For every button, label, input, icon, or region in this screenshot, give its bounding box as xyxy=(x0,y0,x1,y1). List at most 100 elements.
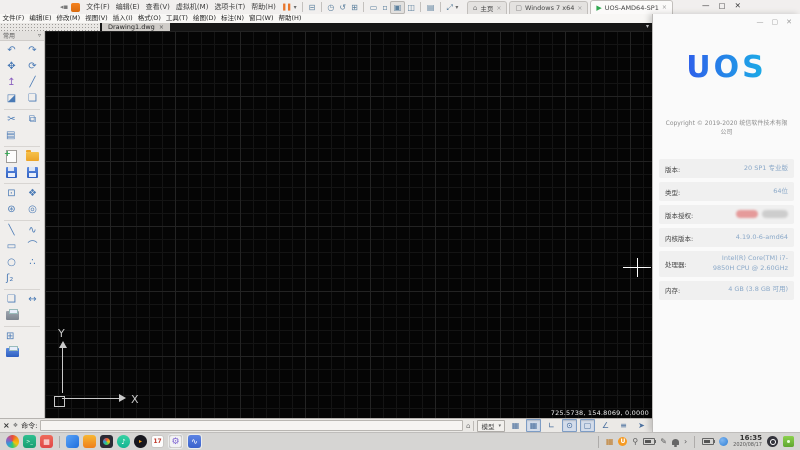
cad-menu-view[interactable]: 视图(V) xyxy=(83,14,111,23)
fullscreen-view-button[interactable]: ▣ xyxy=(390,1,405,14)
power-button-icon[interactable] xyxy=(767,436,778,447)
control-center-icon[interactable]: ⚙ xyxy=(169,435,182,448)
plot-preview-icon[interactable] xyxy=(1,308,43,324)
tray-plugin-icon[interactable] xyxy=(783,436,794,447)
clock[interactable]: 16:35 2020/08/17 xyxy=(733,435,762,448)
zoom-extents-icon[interactable]: ◎ xyxy=(22,202,43,218)
take-snapshot-button[interactable]: ◷ xyxy=(325,1,337,14)
photos-icon[interactable] xyxy=(100,435,113,448)
network-icon[interactable] xyxy=(719,437,728,446)
command-close-icon[interactable]: × xyxy=(3,421,10,430)
circle-icon[interactable]: ○ xyxy=(1,255,22,271)
stretch-guest-button[interactable]: ⤢ xyxy=(444,1,455,14)
line-icon[interactable]: ╲ xyxy=(1,223,22,239)
cad-menu-help[interactable]: 帮助(H) xyxy=(276,14,304,23)
open-file-icon[interactable] xyxy=(22,149,43,165)
cad-menu-file[interactable]: 文件(F) xyxy=(0,14,27,23)
selection-arrow-icon[interactable]: ➤ xyxy=(634,419,649,432)
volume-icon[interactable] xyxy=(643,438,655,445)
point-icon[interactable]: ∴ xyxy=(22,255,43,271)
annotation-lock-icon[interactable]: ⌂ xyxy=(466,422,470,430)
zoom-window-icon[interactable]: ⊡ xyxy=(1,186,22,202)
maximize-button[interactable]: ▢ xyxy=(772,18,779,26)
insert-block-icon[interactable]: ↥ xyxy=(1,75,22,91)
undo-icon[interactable]: ↶ xyxy=(1,43,22,59)
vm-menu-view[interactable]: 查看(V) xyxy=(143,2,173,12)
input-method-icon[interactable]: ▦ xyxy=(606,438,614,446)
dimension-icon[interactable]: ↔ xyxy=(22,292,43,308)
cut-icon[interactable]: ✂ xyxy=(1,112,22,128)
command-options-icon[interactable]: ❖ xyxy=(13,422,18,429)
new-file-icon[interactable] xyxy=(1,149,22,165)
show-library-button[interactable]: ▤ xyxy=(424,1,437,14)
paste-icon[interactable]: ▤ xyxy=(1,128,43,144)
polyline-icon[interactable]: ∿ xyxy=(22,223,43,239)
unity-view-button[interactable]: ◫ xyxy=(405,1,418,14)
tray-expand-chevron-icon[interactable]: › xyxy=(684,438,687,446)
app-store-icon[interactable] xyxy=(83,435,96,448)
snap-mode-toggle[interactable]: ▦ xyxy=(526,419,541,432)
revert-snapshot-button[interactable]: ↺ xyxy=(337,1,349,14)
stretch-caret-icon[interactable]: ▾ xyxy=(455,1,461,14)
launcher-icon[interactable] xyxy=(6,435,19,448)
cad-menu-format[interactable]: 格式(O) xyxy=(135,14,163,23)
collapse-toolbar-icon[interactable]: ◂▪ xyxy=(60,3,68,11)
vm-menu-file[interactable]: 文件(F) xyxy=(83,2,113,12)
usb-device-icon[interactable]: ⚲ xyxy=(632,438,638,446)
battery-icon[interactable] xyxy=(702,438,714,445)
tab-windows7[interactable]: ▢ Windows 7 x64 × xyxy=(509,1,588,14)
show-summary-view-button[interactable]: ▫ xyxy=(380,1,390,14)
cad-menu-insert[interactable]: 插入(I) xyxy=(110,14,135,23)
rotate-icon[interactable]: ⟳ xyxy=(22,59,43,75)
tab-home[interactable]: ⌂ 主页 × xyxy=(467,1,507,14)
vm-menu-edit[interactable]: 编辑(E) xyxy=(113,2,143,12)
save-icon[interactable] xyxy=(1,165,22,181)
redo-icon[interactable]: ↷ xyxy=(22,43,43,59)
cad-menu-edit[interactable]: 编辑(E) xyxy=(27,14,54,23)
erase-icon[interactable]: ◪ xyxy=(1,91,22,107)
tab-close-icon[interactable]: × xyxy=(496,5,501,12)
polar-tracking-toggle[interactable]: ⊙ xyxy=(562,419,577,432)
zoom-dynamic-icon[interactable]: ⊛ xyxy=(1,202,22,218)
pan-icon[interactable]: ❖ xyxy=(22,186,43,202)
cad-menu-dimension[interactable]: 标注(N) xyxy=(219,14,247,23)
show-console-view-button[interactable]: ▭ xyxy=(367,1,380,14)
file-manager-icon[interactable] xyxy=(66,435,79,448)
ortho-mode-toggle[interactable]: ∟ xyxy=(544,419,559,432)
cad-menu-modify1[interactable]: 修改(M) xyxy=(54,14,83,23)
break-icon[interactable]: ╱ xyxy=(22,75,43,91)
viewport-icon[interactable]: ⊞ xyxy=(1,329,43,345)
pause-vm-button[interactable]: ❚❚ xyxy=(279,1,294,14)
object-snap-toggle[interactable]: ▢ xyxy=(580,419,595,432)
grid-display-toggle[interactable]: ▦ xyxy=(508,419,523,432)
tab-uos[interactable]: ▶ UOS-AMD64-SP1 × xyxy=(590,0,672,14)
tab-close-icon[interactable]: × xyxy=(662,4,667,11)
calendar-icon[interactable]: 17 xyxy=(151,435,164,448)
vm-menu-help[interactable]: 帮助(H) xyxy=(248,2,279,12)
pen-input-icon[interactable]: ✎ xyxy=(660,438,667,446)
toolbar-drag-handle[interactable] xyxy=(0,23,100,31)
arc-icon[interactable]: ⌒ xyxy=(22,239,43,255)
close-button[interactable]: ✕ xyxy=(735,1,741,10)
send-ctrl-alt-del-button[interactable]: ⊟ xyxy=(306,1,318,14)
cad-menu-draw[interactable]: 绘图(D) xyxy=(190,14,218,23)
tab-close-icon[interactable]: × xyxy=(577,5,582,12)
object-snap-tracking-toggle[interactable]: ∠ xyxy=(598,419,613,432)
cad-menu-window[interactable]: 窗口(W) xyxy=(246,14,276,23)
app-grid-icon[interactable]: ▦ xyxy=(40,435,53,448)
panel-collapse-icon[interactable]: ▿ xyxy=(38,32,41,39)
minimize-button[interactable]: — xyxy=(702,1,710,10)
notification-bell-icon[interactable] xyxy=(672,439,679,445)
copy-icon[interactable]: ⧉ xyxy=(22,112,43,128)
restore-button[interactable]: ▢ xyxy=(719,1,726,10)
document-tab-drawing1[interactable]: Drawing1.dwg × xyxy=(102,23,170,31)
spline-icon[interactable]: ʃ₂ xyxy=(1,271,43,287)
move-icon[interactable]: ✥ xyxy=(1,59,22,75)
save-as-icon[interactable] xyxy=(22,165,43,181)
insert-image-icon[interactable]: ❑ xyxy=(1,292,22,308)
manage-snapshots-button[interactable]: ⊞ xyxy=(349,1,361,14)
cad-menu-tools[interactable]: 工具(T) xyxy=(163,14,190,23)
movie-player-icon[interactable]: ▸ xyxy=(134,435,147,448)
rectangle-icon[interactable]: ▭ xyxy=(1,239,22,255)
system-monitor-icon[interactable]: ∿ xyxy=(188,435,201,448)
